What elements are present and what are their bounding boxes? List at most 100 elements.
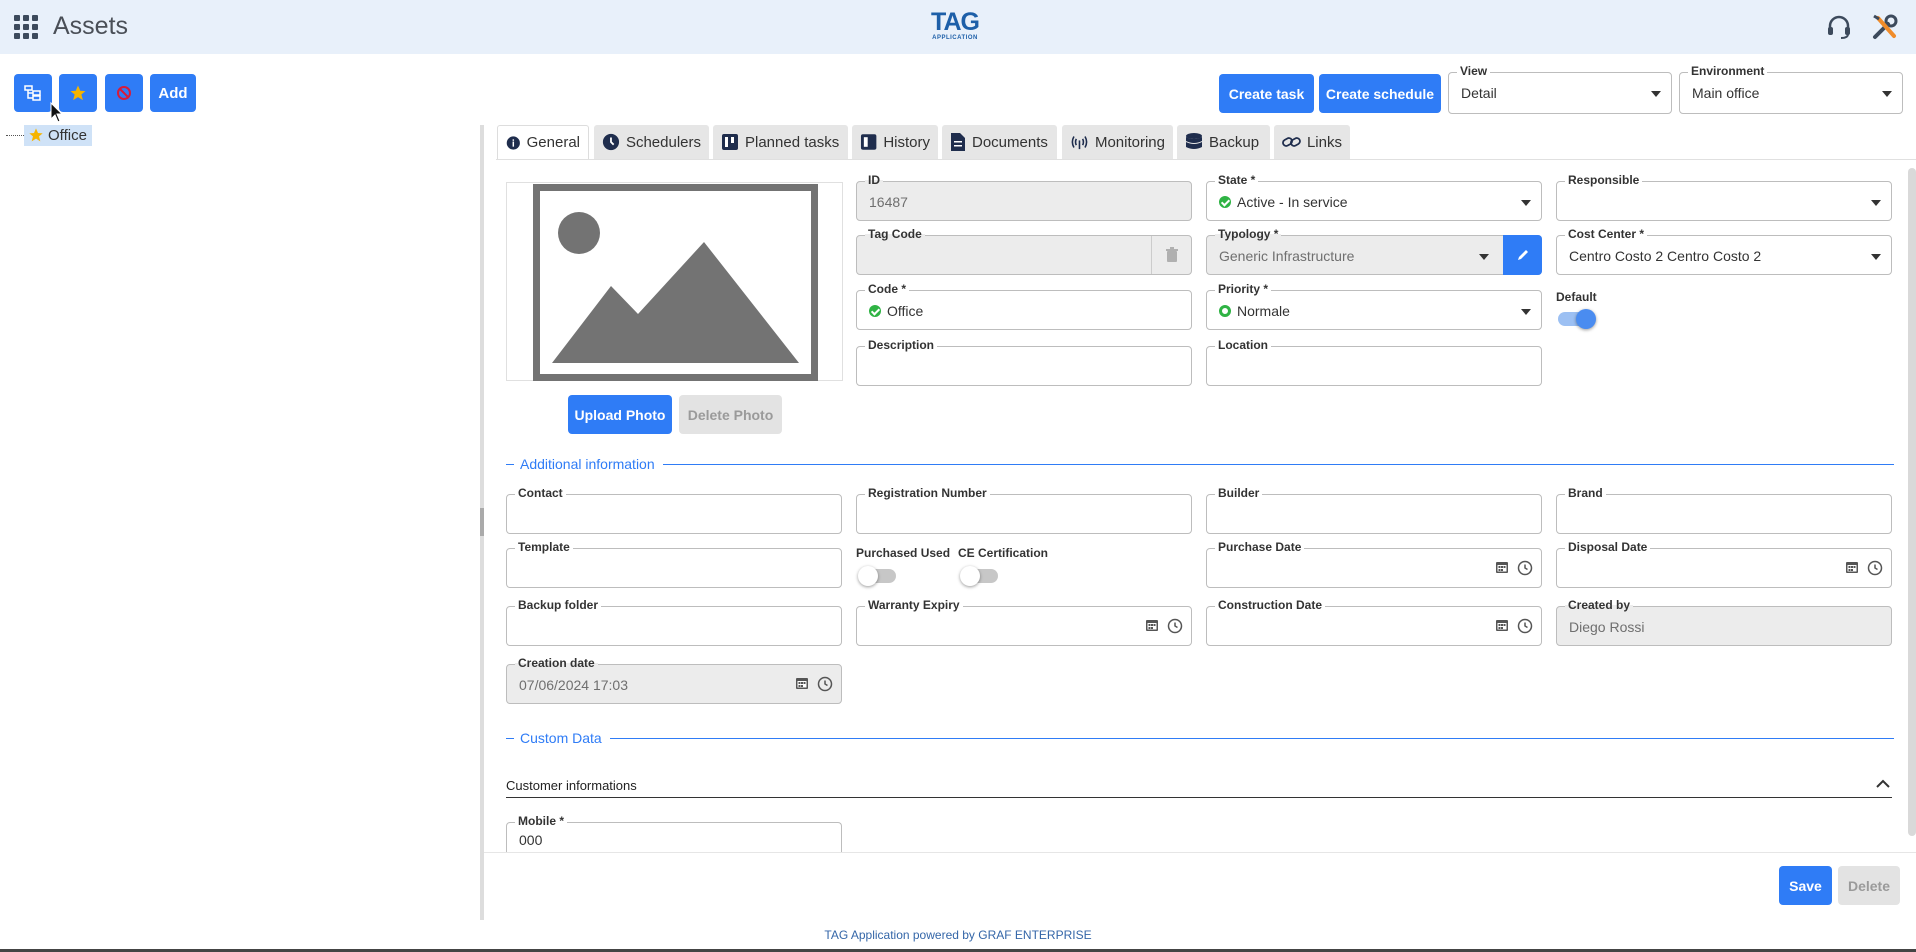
tag-code-field[interactable]: Tag Code [856,227,1192,275]
priority-value: Normale [1237,303,1290,319]
contact-field[interactable]: Contact [506,486,842,534]
clock-icon[interactable] [1517,618,1533,634]
add-button[interactable]: Add [150,74,196,112]
purchased-used-toggle[interactable] [858,566,896,586]
app-logo: TAG APPLICATION [930,9,980,42]
view-select[interactable]: View Detail [1448,64,1672,114]
calendar-icon[interactable] [795,676,809,690]
chevron-down-icon [1651,91,1661,97]
delete-button[interactable]: Delete [1838,866,1900,905]
antenna-icon [1071,136,1088,150]
brand-field[interactable]: Brand [1556,486,1892,534]
toggle-knob [960,566,980,586]
clear-tag-button[interactable] [1151,236,1191,274]
id-field[interactable]: ID 16487 [856,173,1192,221]
default-toggle[interactable] [1558,309,1596,329]
tree-item[interactable]: Office [6,124,92,146]
upload-photo-button[interactable]: Upload Photo [568,395,672,434]
chevron-down-icon [1479,254,1489,260]
kanban-icon [722,134,738,150]
chevron-down-icon [1882,91,1892,97]
favorites-button[interactable] [59,74,97,112]
apps-grid-icon[interactable] [14,15,38,39]
tree-view-button[interactable] [14,74,52,112]
contact-label: Contact [515,486,566,500]
tab-planned-tasks[interactable]: Planned tasks [713,125,848,159]
code-label: Code * [865,282,910,296]
disable-filter-button[interactable] [105,74,143,112]
mouse-cursor-icon [50,102,64,123]
date-pickers [1495,618,1533,634]
responsible-select[interactable]: Responsible [1556,173,1892,221]
customer-info-header[interactable]: Customer informations [506,775,1892,798]
typology-label: Typology * [1215,227,1282,241]
disposal-date-field[interactable]: Disposal Date [1556,540,1892,588]
clock-icon[interactable] [817,676,833,692]
logo-text: TAG [931,8,980,36]
tab-history[interactable]: History [852,125,938,159]
page-title: Assets [53,12,129,40]
creation-date-value: 07/06/2024 17:03 [519,677,628,693]
info-icon [506,135,520,150]
splitter-handle[interactable] [480,508,484,536]
purchase-date-field[interactable]: Purchase Date [1206,540,1542,588]
environment-select[interactable]: Environment Main office [1679,64,1903,114]
headset-icon[interactable] [1824,12,1854,42]
additional-info-section[interactable]: Additional information [506,455,1894,473]
image-placeholder-icon [533,184,818,381]
create-schedule-button[interactable]: Create schedule [1319,74,1441,113]
tab-monitoring[interactable]: Monitoring [1062,125,1173,159]
clock-icon[interactable] [1167,618,1183,634]
database-icon [1186,133,1202,149]
ce-certification-toggle[interactable] [960,566,998,586]
custom-data-section[interactable]: Custom Data [506,729,1894,747]
tag-code-label: Tag Code [865,227,925,241]
clock-icon[interactable] [1867,560,1883,576]
tab-general[interactable]: General [497,125,589,159]
create-task-button[interactable]: Create task [1219,74,1314,113]
tab-label: Backup [1209,133,1260,151]
builder-field[interactable]: Builder [1206,486,1542,534]
creation-date-field[interactable]: Creation date 07/06/2024 17:03 [506,656,842,704]
chevron-down-icon [1871,200,1881,206]
template-field[interactable]: Template [506,540,842,588]
tree-connector [6,134,24,136]
view-value: Detail [1461,85,1497,101]
tab-links[interactable]: Links [1274,125,1350,159]
disposal-date-label: Disposal Date [1565,540,1651,554]
warranty-expiry-field[interactable]: Warranty Expiry [856,598,1192,646]
chevron-up-icon[interactable] [1876,779,1890,789]
delete-photo-button[interactable]: Delete Photo [679,395,782,434]
backup-folder-field[interactable]: Backup folder [506,598,842,646]
section-rule [662,463,1894,465]
backup-folder-label: Backup folder [515,598,602,612]
calendar-icon[interactable] [1495,560,1509,574]
calendar-icon[interactable] [1845,560,1859,574]
calendar-icon[interactable] [1145,618,1159,632]
edit-typology-button[interactable] [1503,235,1542,275]
tab-backup[interactable]: Backup [1177,125,1270,159]
tab-documents[interactable]: Documents [942,125,1057,159]
code-field[interactable]: Code * Office [856,282,1192,330]
section-rule [609,737,1894,739]
state-label: State * [1215,173,1259,187]
description-field[interactable]: Description [856,338,1192,386]
state-select[interactable]: State * Active - In service [1206,173,1542,221]
construction-date-field[interactable]: Construction Date [1206,598,1542,646]
calendar-icon[interactable] [1495,618,1509,632]
mobile-field[interactable]: Mobile * 000 [506,814,842,852]
tree-node-office[interactable]: Office [24,124,92,146]
clock-icon[interactable] [1517,560,1533,576]
form-scrollbar[interactable] [1908,168,1916,836]
location-field[interactable]: Location [1206,338,1542,386]
tools-icon[interactable] [1870,12,1900,42]
registration-number-field[interactable]: Registration Number [856,486,1192,534]
typology-select[interactable]: Typology * Generic Infrastructure [1206,227,1542,275]
save-button[interactable]: Save [1779,866,1832,905]
tab-schedulers[interactable]: Schedulers [594,125,709,159]
star-icon [70,85,86,101]
cost-center-select[interactable]: Cost Center * Centro Costo 2 Centro Cost… [1556,227,1892,275]
created-by-field[interactable]: Created by Diego Rossi [1556,598,1892,646]
priority-select[interactable]: Priority * Normale [1206,282,1542,330]
tab-label: Schedulers [625,133,701,151]
